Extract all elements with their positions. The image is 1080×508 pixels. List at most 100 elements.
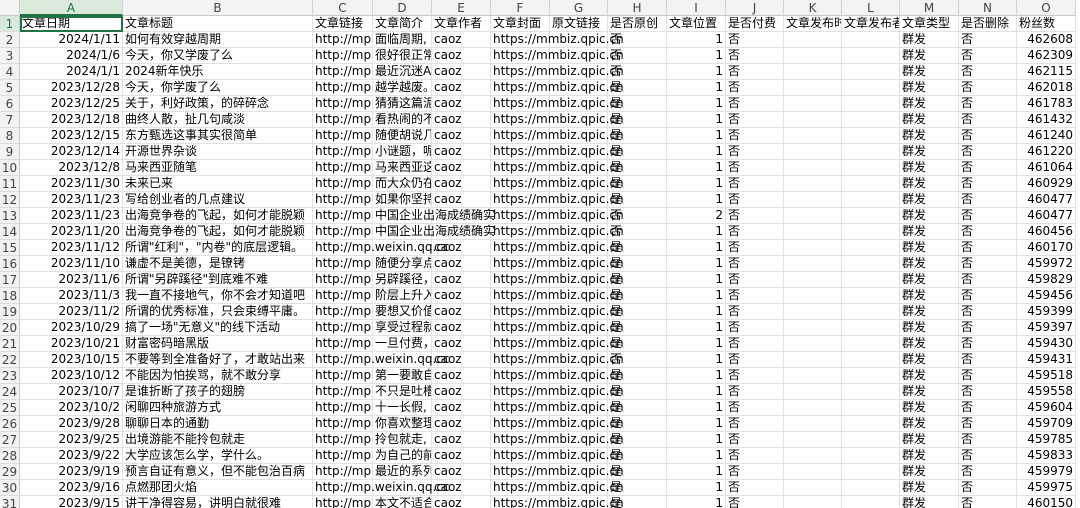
row-header[interactable]: 14 [0, 224, 20, 240]
data-cell[interactable]: 否 [726, 368, 784, 384]
data-cell[interactable]: 否 [959, 480, 1017, 496]
data-cell[interactable]: https://mmbiz.qpic.cn [491, 192, 624, 208]
data-cell[interactable]: caoz [432, 64, 491, 80]
data-cell[interactable]: 1 [667, 176, 726, 192]
data-cell[interactable]: 461783 [1017, 96, 1076, 112]
row-header[interactable]: 5 [0, 80, 20, 96]
data-cell[interactable]: 否 [726, 144, 784, 160]
data-cell[interactable]: 拎包就走, [373, 432, 432, 448]
data-cell[interactable] [784, 176, 842, 192]
data-cell[interactable]: 否 [726, 112, 784, 128]
data-cell[interactable]: 群发 [900, 448, 959, 464]
data-cell[interactable]: 出海竞争卷的飞起，如何才能脱颖 [123, 224, 313, 240]
data-cell[interactable]: caoz [432, 320, 491, 336]
data-cell[interactable]: 459456 [1017, 288, 1076, 304]
data-cell[interactable]: 否 [726, 224, 784, 240]
data-cell[interactable] [842, 336, 900, 352]
data-cell[interactable]: 不要等到全准备好了，才敢站出来 [123, 352, 313, 368]
data-cell[interactable]: 否 [726, 240, 784, 256]
data-cell[interactable] [842, 48, 900, 64]
row-header[interactable]: 18 [0, 288, 20, 304]
data-cell[interactable]: caoz [432, 432, 491, 448]
data-cell[interactable]: 群发 [900, 432, 959, 448]
data-cell[interactable]: 否 [726, 416, 784, 432]
data-cell[interactable] [842, 176, 900, 192]
data-cell[interactable]: 否 [726, 400, 784, 416]
row-header[interactable]: 15 [0, 240, 20, 256]
header-cell[interactable]: 粉丝数 [1017, 16, 1076, 32]
data-cell[interactable] [784, 48, 842, 64]
data-cell[interactable]: 1 [667, 480, 726, 496]
data-cell[interactable]: 459972 [1017, 256, 1076, 272]
data-cell[interactable]: http://mp. [313, 368, 373, 384]
data-cell[interactable]: 马来西亚这 [373, 160, 432, 176]
data-cell[interactable]: 459604 [1017, 400, 1076, 416]
data-cell[interactable]: caoz [432, 464, 491, 480]
data-cell[interactable]: 460170 [1017, 240, 1076, 256]
data-cell[interactable]: 1 [667, 464, 726, 480]
row-header[interactable]: 9 [0, 144, 20, 160]
data-cell[interactable] [842, 144, 900, 160]
data-cell[interactable] [842, 96, 900, 112]
data-cell[interactable]: 随便胡说几句。 [373, 128, 432, 144]
data-cell[interactable]: 1 [667, 32, 726, 48]
data-cell[interactable]: 460150 [1017, 496, 1076, 508]
data-cell[interactable] [842, 304, 900, 320]
data-cell[interactable] [784, 448, 842, 464]
data-cell[interactable] [842, 288, 900, 304]
data-cell[interactable]: 群发 [900, 352, 959, 368]
data-cell[interactable]: 否 [726, 32, 784, 48]
data-cell[interactable]: 460929 [1017, 176, 1076, 192]
row-header[interactable]: 2 [0, 32, 20, 48]
data-cell[interactable] [784, 304, 842, 320]
data-cell[interactable]: 2024/1/1 [20, 64, 123, 80]
data-cell[interactable]: 否 [726, 464, 784, 480]
data-cell[interactable]: 出海竞争卷的飞起，如何才能脱颖 [123, 208, 313, 224]
data-cell[interactable]: 2 [667, 208, 726, 224]
data-cell[interactable]: 否 [959, 448, 1017, 464]
data-cell[interactable]: 否 [726, 208, 784, 224]
data-cell[interactable] [784, 256, 842, 272]
data-cell[interactable]: 中国企业出海成绩确实 [373, 224, 495, 240]
row-header[interactable]: 28 [0, 448, 20, 464]
data-cell[interactable]: 462608 [1017, 32, 1076, 48]
data-cell[interactable]: https://mmbiz.qpic.cn [491, 224, 624, 240]
data-cell[interactable]: 1 [667, 304, 726, 320]
data-cell[interactable]: 1 [667, 272, 726, 288]
data-cell[interactable]: 未来已来 [123, 176, 313, 192]
header-cell[interactable]: 文章封面 [491, 16, 550, 32]
column-header-i[interactable]: I [667, 0, 726, 16]
data-cell[interactable]: 如何有效穿越周期 [123, 32, 313, 48]
data-cell[interactable]: 阶层上升入 [373, 288, 432, 304]
data-cell[interactable]: caoz [432, 368, 491, 384]
data-cell[interactable]: 群发 [900, 80, 959, 96]
column-header-b[interactable]: B [123, 0, 313, 16]
data-cell[interactable]: 459558 [1017, 384, 1076, 400]
data-cell[interactable]: 否 [959, 336, 1017, 352]
data-cell[interactable]: 群发 [900, 192, 959, 208]
data-cell[interactable]: 1 [667, 496, 726, 508]
data-cell[interactable]: https://mmbiz.qpic.cn [491, 496, 624, 508]
data-cell[interactable]: 所谓"红利"，"内卷"的底层逻辑。 [123, 240, 313, 256]
header-cell[interactable]: 文章日期 [20, 16, 123, 32]
header-cell[interactable]: 是否删除 [959, 16, 1017, 32]
data-cell[interactable] [784, 320, 842, 336]
data-cell[interactable]: 否 [726, 128, 784, 144]
data-cell[interactable]: caoz [432, 384, 491, 400]
data-cell[interactable]: 讲干净得容易，讲明白就很难 [123, 496, 313, 508]
row-header[interactable]: 20 [0, 320, 20, 336]
data-cell[interactable]: 否 [726, 480, 784, 496]
data-cell[interactable] [784, 192, 842, 208]
data-cell[interactable]: 群发 [900, 208, 959, 224]
data-cell[interactable] [842, 320, 900, 336]
data-cell[interactable]: https://mmbiz.qpic.cn [491, 416, 624, 432]
data-cell[interactable]: 谦虚不是美德，是镣铐 [123, 256, 313, 272]
data-cell[interactable] [842, 128, 900, 144]
data-cell[interactable]: http://mp. [313, 176, 373, 192]
header-cell[interactable]: 文章作者 [432, 16, 491, 32]
data-cell[interactable]: https://mmbiz.qpic.cn [491, 208, 624, 224]
data-cell[interactable]: 2024/1/6 [20, 48, 123, 64]
data-cell[interactable]: http://mp. [313, 96, 373, 112]
row-header[interactable]: 16 [0, 256, 20, 272]
data-cell[interactable]: 否 [726, 448, 784, 464]
